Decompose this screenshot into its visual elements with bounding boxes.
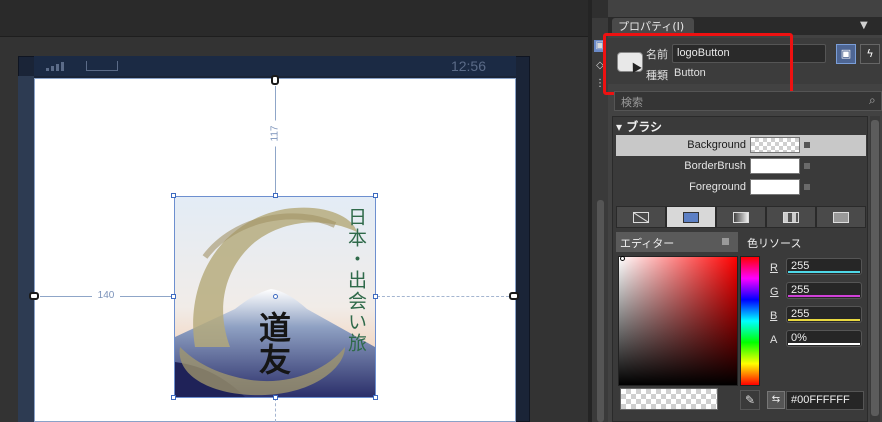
- highlight-annotation: [603, 33, 793, 95]
- signal-icon: [46, 62, 70, 71]
- prop-row-foreground[interactable]: Foreground: [616, 177, 866, 198]
- tab-editor[interactable]: エディター: [616, 232, 738, 252]
- channel-b-bar: [788, 319, 860, 321]
- search-icon[interactable]: ⌕: [869, 93, 876, 108]
- events-view-button[interactable]: ϟ: [860, 44, 880, 64]
- phone-status-bar: 12:56: [34, 56, 516, 76]
- channel-g-bar: [788, 295, 860, 297]
- advanced-options-marker[interactable]: [804, 184, 810, 190]
- resize-handle-se[interactable]: [373, 395, 378, 400]
- prop-row-background[interactable]: Background: [616, 135, 866, 156]
- prop-label: Background: [687, 139, 746, 151]
- prop-swatch[interactable]: [750, 179, 800, 195]
- status-time: 12:56: [450, 58, 486, 74]
- anchor-right-icon[interactable]: [509, 292, 519, 300]
- prop-swatch[interactable]: [750, 137, 800, 153]
- resize-handle-s[interactable]: [273, 395, 278, 400]
- properties-view-button[interactable]: ▣: [836, 44, 856, 64]
- channel-b-label: B: [770, 310, 778, 322]
- margin-top-value[interactable]: 117: [269, 120, 281, 147]
- center-point-handle[interactable]: [273, 294, 278, 299]
- channel-a-bar: [788, 343, 860, 345]
- designer-toolbar-strip: [0, 0, 588, 37]
- resize-handle-n[interactable]: [273, 193, 278, 198]
- channel-r-bar: [788, 271, 860, 273]
- brush-category-title: ブラシ: [626, 120, 662, 134]
- collapse-icon: ▾: [616, 120, 627, 134]
- anchor-top-icon[interactable]: [271, 75, 279, 85]
- hex-color-field[interactable]: #00FFFFFF: [786, 391, 864, 410]
- resize-handle-ne[interactable]: [373, 193, 378, 198]
- no-brush-tab[interactable]: [616, 206, 666, 228]
- prop-swatch[interactable]: [750, 158, 800, 174]
- resize-handle-nw[interactable]: [171, 193, 176, 198]
- search-input[interactable]: 検索: [614, 91, 882, 111]
- margin-left-value[interactable]: 140: [92, 290, 120, 301]
- swap-format-icon[interactable]: ⇆: [767, 391, 785, 409]
- prop-row-borderbrush[interactable]: BorderBrush: [616, 156, 866, 177]
- editor-tab-marker: [722, 238, 729, 245]
- properties-scroll-thumb[interactable]: [871, 120, 879, 416]
- resource-brush-tab[interactable]: [816, 206, 866, 228]
- solid-brush-icon: [683, 211, 699, 223]
- color-preview-swatch: [620, 388, 718, 410]
- color-picker-cursor[interactable]: [620, 256, 625, 261]
- brush-type-tabs: [616, 206, 866, 228]
- gradient-brush-icon: [733, 211, 749, 223]
- tile-brush-tab[interactable]: [766, 206, 816, 228]
- anchor-left-icon[interactable]: [29, 292, 39, 300]
- eyedropper-icon[interactable]: ✎: [740, 390, 760, 410]
- tile-brush-icon: [783, 211, 799, 223]
- advanced-options-marker[interactable]: [804, 142, 810, 148]
- solid-brush-tab[interactable]: [666, 206, 716, 228]
- channel-a-label: A: [770, 334, 778, 346]
- prop-label: BorderBrush: [684, 160, 746, 172]
- battery-icon: [86, 61, 118, 71]
- channel-r-label: R: [770, 262, 778, 274]
- margin-guide-bottom: [275, 398, 276, 422]
- pin-icon[interactable]: ▼: [860, 20, 868, 31]
- color-spectrum-picker[interactable]: [618, 256, 738, 386]
- resize-handle-sw[interactable]: [171, 395, 176, 400]
- gradient-brush-tab[interactable]: [716, 206, 766, 228]
- margin-guide-right: [377, 296, 509, 297]
- toolstrip-scrollbar[interactable]: [597, 200, 604, 422]
- resize-handle-e[interactable]: [373, 294, 378, 299]
- hue-slider[interactable]: [740, 256, 760, 386]
- advanced-options-marker[interactable]: [804, 163, 810, 169]
- resize-handle-w[interactable]: [171, 294, 176, 299]
- page-margin-strip: [18, 76, 34, 422]
- brush-category-header[interactable]: ▾ ブラシ: [616, 118, 662, 135]
- no-brush-icon: [633, 211, 649, 223]
- channel-g-label: G: [770, 286, 779, 298]
- prop-label: Foreground: [689, 181, 746, 193]
- resource-brush-icon: [833, 211, 849, 223]
- tab-color-resources[interactable]: 色リソース: [741, 232, 867, 252]
